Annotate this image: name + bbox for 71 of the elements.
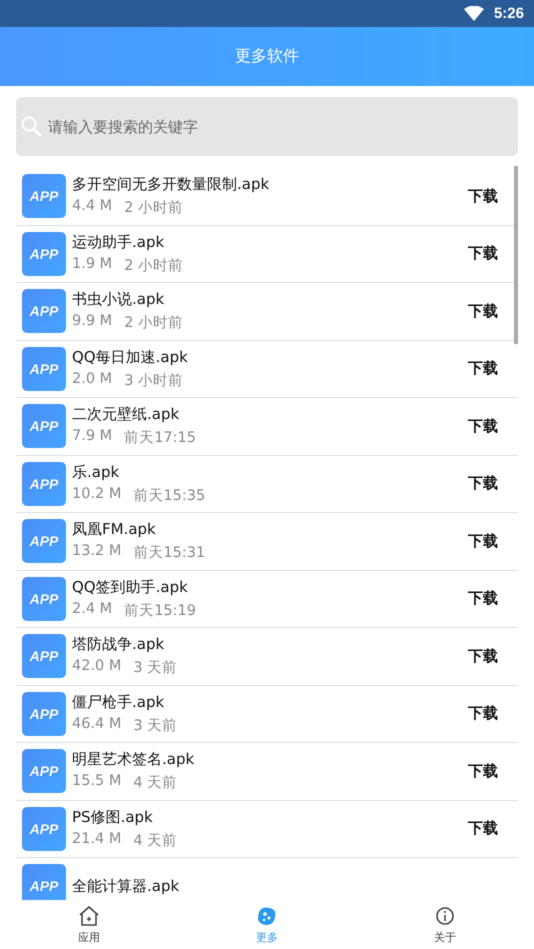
app-icon: APP [22,576,66,621]
upload-time: 4 天前 [133,774,178,792]
download-button[interactable]: 下载 [462,412,504,440]
app-name: 二次元壁纸.apk [72,405,180,424]
app-name: 乐.apk [72,462,120,482]
file-size: 42.0 M [72,658,122,676]
file-size: 1.9 M [72,256,112,274]
download-button[interactable]: 下载 [462,585,504,612]
upload-time: 4 天前 [133,832,178,850]
app-icon: APP [22,749,66,794]
app-name: QQ签到助手.apk [72,578,189,597]
app-icon: APP [22,634,66,678]
app-icon: APP [22,174,66,218]
app-icon: APP [22,692,66,736]
nav-tab[interactable]: 应用 [29,904,149,945]
upload-time: 前天15:35 [133,486,206,505]
app-name: 运动助手.apk [72,232,166,252]
app-name: 全能计算器.apk [72,876,180,896]
search-field[interactable]: 请输入要搜索的关键字 [16,97,518,156]
status-time: 5:26 [494,5,524,22]
download-button[interactable]: 下载 [462,528,504,555]
download-button[interactable]: 下载 [462,355,504,382]
upload-time: 2 小时前 [124,314,184,332]
app-icon: APP [22,346,66,391]
upload-time: 前天15:19 [124,602,196,620]
app-icon: APP [22,232,66,276]
download-button[interactable]: 下载 [462,298,504,325]
app-icon: APP [22,519,66,564]
file-size: 7.9 M [72,428,112,446]
download-button[interactable]: 下载 [462,470,504,498]
app-name: PS修图.apk [72,808,154,827]
nav-tab[interactable]: 关于 [385,904,505,945]
download-button[interactable]: 下载 [462,700,504,728]
app-name: 书虫小说.apk [72,290,166,310]
app-name: 凤凰FM.apk [72,520,157,540]
app-icon: APP [22,864,66,900]
app-icon: APP [22,806,66,851]
file-size: 21.4 M [72,830,122,849]
download-button[interactable]: 下载 [462,815,504,842]
download-button[interactable]: 下载 [462,642,504,670]
upload-time: 3 天前 [133,716,178,735]
file-size: 2.0 M [72,370,112,389]
upload-time: 3 小时前 [124,372,184,390]
app-name: 僵尸枪手.apk [72,692,166,712]
app-icon: APP [22,289,66,334]
app-name: QQ每日加速.apk [72,348,189,367]
file-size: 2.4 M [72,600,112,619]
app-icon: APP [22,462,66,506]
wifi-icon [464,6,484,21]
page-title: 更多软件 [235,46,299,67]
file-size: 13.2 M [72,543,122,562]
upload-time: 2 小时前 [124,256,184,275]
file-size: 46.4 M [72,716,122,734]
app-name: 塔防战争.apk [72,635,166,654]
file-size: 9.9 M [72,313,112,332]
upload-time: 3 天前 [133,659,178,678]
app-name: 多开空间无多开数量限制.apk [72,175,270,194]
home-icon [77,904,101,928]
upload-time: 前天17:15 [124,429,196,448]
file-size: 4.4 M [72,198,112,216]
upload-time: 前天15:31 [133,544,206,562]
app-icon: APP [22,404,66,448]
info-icon [433,904,457,928]
search-icon [20,115,42,137]
download-button[interactable]: 下载 [462,182,504,210]
file-size: 15.5 M [72,773,122,792]
download-button[interactable]: 下载 [462,240,504,268]
app-name: 明星艺术签名.apk [72,750,196,770]
file-size: 10.2 M [72,486,122,504]
upload-time: 2 小时前 [124,199,184,218]
download-button[interactable]: 下载 [462,758,504,785]
